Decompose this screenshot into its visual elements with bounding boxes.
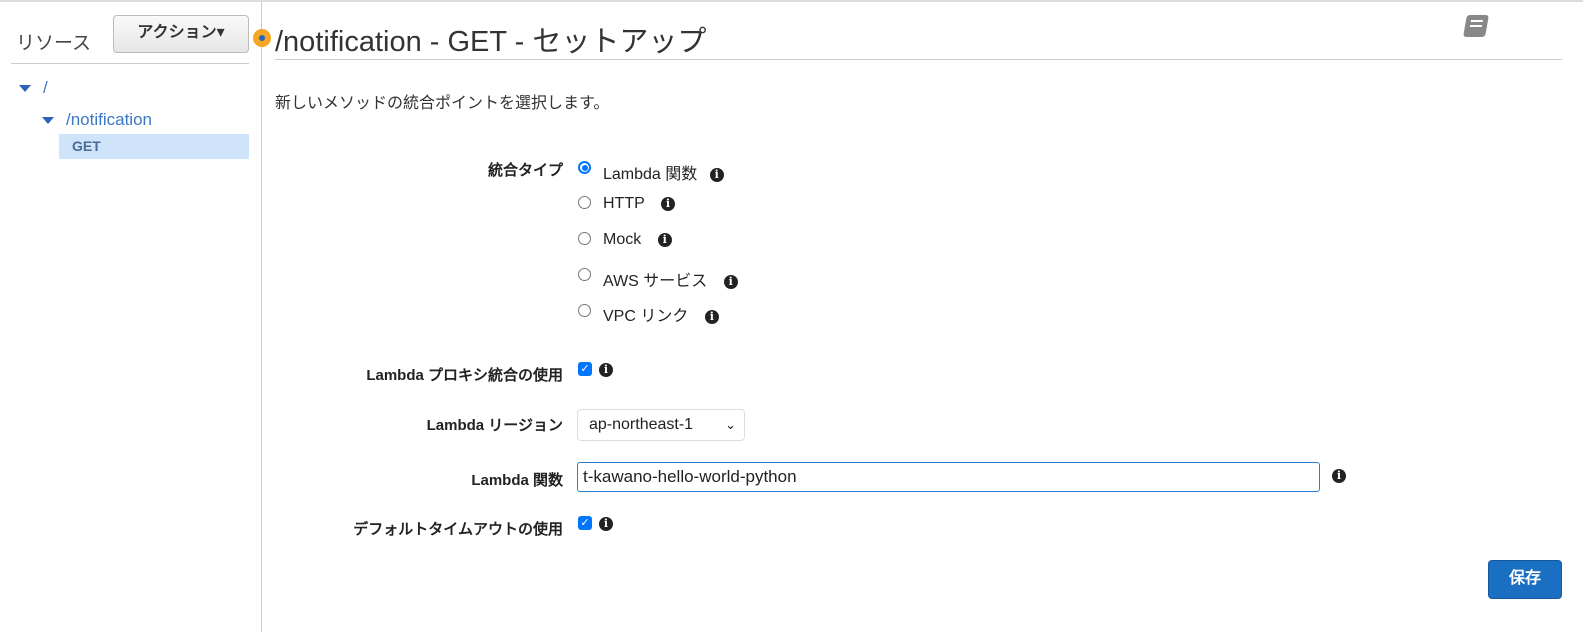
option-http[interactable]: HTTP i bbox=[603, 195, 675, 213]
tree-label: /notification bbox=[66, 110, 152, 129]
divider bbox=[275, 59, 1562, 60]
timeout-label: デフォルトタイムアウトの使用 bbox=[353, 521, 563, 538]
option-lambda[interactable]: Lambda 関数 i bbox=[603, 160, 724, 184]
info-icon[interactable]: i bbox=[704, 309, 719, 324]
caret-down-icon[interactable] bbox=[19, 85, 31, 93]
actions-button[interactable]: アクション▾ bbox=[113, 15, 249, 53]
tree-label: / bbox=[43, 78, 48, 97]
integration-type-label: 統合タイプ bbox=[487, 162, 563, 179]
info-icon[interactable]: i bbox=[709, 167, 724, 182]
book-icon[interactable] bbox=[1463, 15, 1489, 37]
option-vpc-link[interactable]: VPC リンク i bbox=[603, 302, 719, 326]
radio-mock[interactable] bbox=[578, 232, 591, 245]
option-label: AWS サービス bbox=[603, 273, 708, 290]
proxy-label: Lambda プロキシ統合の使用 bbox=[366, 367, 563, 384]
info-icon[interactable]: i bbox=[599, 363, 613, 377]
splitter-handle[interactable] bbox=[253, 29, 271, 47]
info-icon[interactable]: i bbox=[723, 274, 738, 289]
option-aws-service[interactable]: AWS サービス i bbox=[603, 267, 738, 291]
radio-lambda[interactable] bbox=[578, 161, 591, 174]
option-label: Lambda 関数 bbox=[603, 166, 698, 183]
region-select[interactable]: ap-northeast-1 ⌄ bbox=[577, 409, 745, 441]
radio-aws-service[interactable] bbox=[578, 268, 591, 281]
tree-item-notification[interactable]: /notification bbox=[42, 110, 152, 130]
timeout-checkbox[interactable]: ✓ bbox=[578, 516, 592, 530]
function-label: Lambda 関数 bbox=[471, 472, 563, 489]
divider bbox=[11, 63, 249, 64]
region-label: Lambda リージョン bbox=[426, 417, 563, 434]
info-icon[interactable]: i bbox=[660, 196, 675, 211]
tree-item-get[interactable]: GET bbox=[59, 134, 249, 159]
save-button[interactable]: 保存 bbox=[1488, 560, 1562, 599]
region-value: ap-northeast-1 bbox=[589, 416, 694, 433]
page-title: /notification - GET - セットアップ bbox=[275, 26, 707, 58]
info-icon[interactable]: i bbox=[657, 232, 672, 247]
option-label: VPC リンク bbox=[603, 308, 689, 325]
resource-sidebar: リソース アクション▾ / /notification GET bbox=[0, 2, 262, 632]
option-mock[interactable]: Mock i bbox=[603, 231, 672, 249]
radio-http[interactable] bbox=[578, 196, 591, 209]
description: 新しいメソッドの統合ポイントを選択します。 bbox=[275, 95, 610, 112]
proxy-checkbox[interactable]: ✓ bbox=[578, 362, 592, 376]
tree-item-root[interactable]: / bbox=[19, 78, 48, 98]
info-icon[interactable]: i bbox=[1332, 469, 1346, 483]
option-label: Mock bbox=[603, 231, 642, 248]
caret-down-icon[interactable] bbox=[42, 117, 54, 125]
info-icon[interactable]: i bbox=[599, 517, 613, 531]
resources-title: リソース bbox=[16, 33, 92, 54]
option-label: HTTP bbox=[603, 195, 645, 212]
function-input[interactable]: t-kawano-hello-world-python bbox=[577, 462, 1320, 492]
chevron-down-icon: ⌄ bbox=[725, 417, 736, 432]
radio-vpc-link[interactable] bbox=[578, 304, 591, 317]
